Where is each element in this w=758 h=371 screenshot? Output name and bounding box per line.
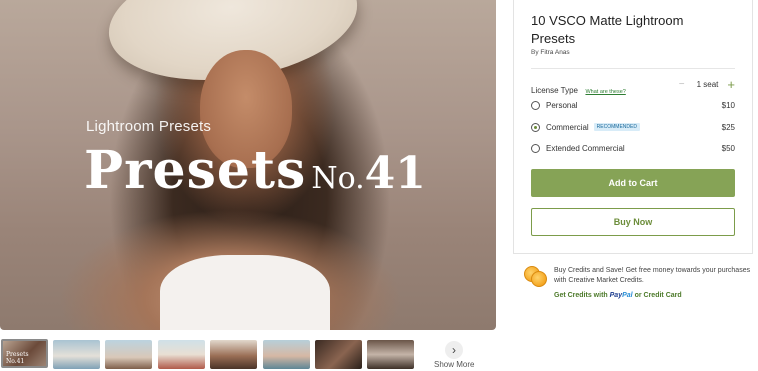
what-are-these-link[interactable]: What are these?	[585, 89, 625, 95]
thumbnail-4[interactable]	[158, 340, 205, 369]
top-shape	[160, 255, 330, 330]
thumbnail-7[interactable]	[315, 340, 362, 369]
thumbnail-5[interactable]	[210, 340, 257, 369]
credits-promo-text: Buy Credits and Save! Get free money tow…	[554, 267, 751, 284]
add-to-cart-button[interactable]: Add to Cart	[531, 169, 735, 197]
option-label: Personal	[546, 100, 578, 110]
thumbnail-2[interactable]	[53, 340, 100, 369]
thumbnail-label: Presets No.41	[6, 351, 29, 365]
license-type-label: License Type	[531, 86, 578, 95]
thumbnail-8[interactable]	[367, 340, 414, 369]
buy-now-button[interactable]: Buy Now	[531, 208, 735, 236]
show-more-link[interactable]: Show More	[434, 360, 474, 369]
hero-title-number: 41	[364, 148, 426, 199]
hero-subtitle: Lightroom Presets	[86, 118, 212, 135]
option-label: Commercial	[546, 122, 589, 132]
thumbnail-3[interactable]	[105, 340, 152, 369]
product-purchase-card: 10 VSCO Matte Lightroom Presets By Fitra…	[513, 0, 753, 254]
credits-link-prefix: Get Credits with	[554, 292, 608, 299]
divider	[531, 68, 735, 69]
get-credits-link[interactable]: Get Credits with PayPal or Credit Card	[554, 292, 682, 299]
credits-link-suffix: or Credit Card	[634, 292, 682, 299]
option-label: Extended Commercial	[546, 143, 625, 153]
paypal-logo: PayPal	[610, 292, 633, 299]
license-type-row: License Type What are these? − 1 seat +	[531, 78, 735, 95]
hero-title-no: No.	[311, 161, 365, 196]
thumbnail-strip: Presets No.41	[0, 338, 496, 370]
coins-icon	[524, 266, 548, 288]
radio-commercial[interactable]	[531, 122, 540, 132]
product-byline: By Fitra Anas	[531, 49, 570, 56]
recommended-badge: RECOMMENDED	[593, 123, 640, 131]
license-option-extended[interactable]: Extended Commercial $50	[531, 141, 735, 155]
thumbnails-next-button[interactable]: ›	[445, 341, 463, 359]
paypal-pay: Pay	[609, 292, 623, 299]
option-price: $25	[721, 122, 735, 132]
chevron-right-icon: ›	[452, 343, 456, 357]
license-option-personal[interactable]: Personal $10	[531, 98, 735, 112]
seat-stepper: − 1 seat +	[679, 78, 735, 91]
hero-title-word: Presets	[84, 140, 307, 201]
thumbnail-1[interactable]: Presets No.41	[1, 339, 48, 368]
seat-plus-button[interactable]: +	[727, 78, 735, 91]
option-price: $10	[721, 100, 735, 110]
author-link[interactable]: Fitra Anas	[540, 49, 569, 56]
byline-prefix: By	[531, 49, 539, 56]
hero-title: Presets No.41	[84, 140, 426, 201]
product-hero-image[interactable]: Lightroom Presets Presets No.41	[0, 0, 496, 330]
option-price: $50	[721, 143, 735, 153]
seat-minus-button[interactable]: −	[679, 79, 685, 90]
radio-personal[interactable]	[531, 100, 540, 110]
radio-extended[interactable]	[531, 143, 540, 153]
product-title: 10 VSCO Matte Lightroom Presets	[531, 13, 684, 46]
paypal-pal: Pal	[622, 292, 633, 299]
license-option-commercial[interactable]: Commercial RECOMMENDED $25	[531, 120, 735, 134]
coin-icon	[531, 271, 547, 287]
thumbnail-6[interactable]	[263, 340, 310, 369]
seat-count: 1 seat	[696, 80, 719, 89]
